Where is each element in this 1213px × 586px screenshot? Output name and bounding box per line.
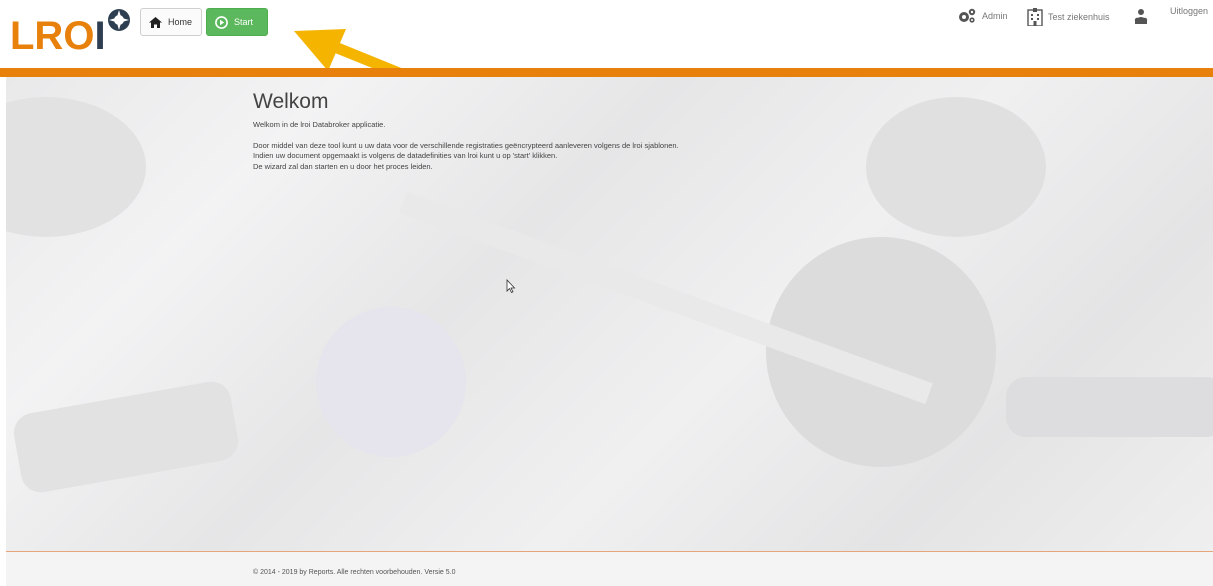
footer-copyright: © 2014 - 2019 by Reports. Alle rechten v… xyxy=(253,569,456,576)
home-button[interactable]: Home xyxy=(140,8,202,36)
admin-label: Admin xyxy=(982,11,1008,21)
hospital-building-icon xyxy=(1027,8,1043,26)
mouse-cursor-icon xyxy=(506,279,516,293)
page-title: Welkom xyxy=(253,90,329,113)
home-icon xyxy=(149,16,162,28)
description-line: Door middel van deze tool kunt u uw data… xyxy=(253,140,679,150)
footer: © 2014 - 2019 by Reports. Alle rechten v… xyxy=(6,551,1213,586)
user-group-icon xyxy=(1134,9,1148,24)
welcome-content: Welkom Welkom in de lroi Databroker appl… xyxy=(253,90,853,172)
logout-link[interactable]: Uitloggen xyxy=(1170,6,1208,16)
hospital-label: Test ziekenhuis xyxy=(1048,12,1110,22)
start-button[interactable]: Start xyxy=(206,8,268,36)
start-label: Start xyxy=(234,17,254,27)
home-label: Home xyxy=(168,17,193,27)
background-ball xyxy=(316,307,466,457)
logo-letter-i: I xyxy=(94,14,106,58)
play-circle-icon xyxy=(215,15,228,29)
intro-text: Welkom in de lroi Databroker applicatie. xyxy=(253,120,386,129)
gears-icon xyxy=(959,8,976,23)
background-tool-right xyxy=(1006,377,1213,437)
hospital-link[interactable]: Test ziekenhuis xyxy=(1027,8,1110,26)
background-shape-left xyxy=(6,97,146,237)
logo-emblem-icon xyxy=(108,9,130,31)
background-shape-right xyxy=(866,97,1046,237)
header-accent-bar xyxy=(0,68,1213,77)
header: LROI Home Start Admin Test ziekenhuis Ui… xyxy=(0,0,1213,111)
admin-link[interactable]: Admin xyxy=(957,8,1008,24)
background-tool-left xyxy=(10,378,242,496)
logout-label: Uitloggen xyxy=(1170,6,1209,16)
description-line: De wizard zal dan starten en u door het … xyxy=(253,161,433,171)
logo-text: LRO xyxy=(10,14,95,58)
lroi-logo[interactable]: LROI xyxy=(10,16,106,56)
description-line: Indien uw document opgemaakt is volgens … xyxy=(253,151,558,160)
